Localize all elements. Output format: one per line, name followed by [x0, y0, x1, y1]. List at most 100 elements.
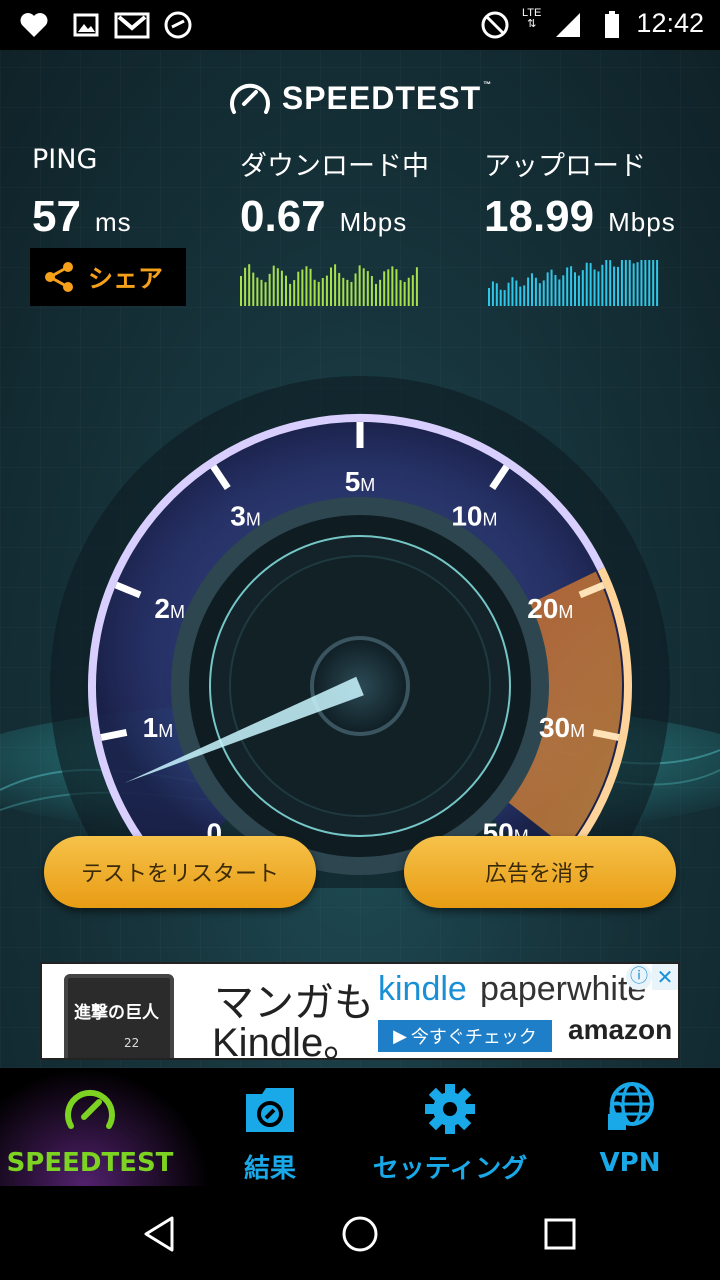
sparkline-bar	[538, 283, 541, 306]
ad-cta-label: 今すぐチェック	[410, 1027, 537, 1048]
tab-vpn[interactable]: VPN	[540, 1068, 720, 1186]
sparkline-bar	[305, 266, 308, 306]
sparkline-bar	[415, 267, 418, 306]
upload-sparkline	[488, 260, 659, 306]
sparkline-bar	[240, 276, 242, 306]
sparkline-bar	[354, 273, 357, 306]
network-type-label: LTE ⇅	[522, 7, 542, 30]
tab-settings[interactable]: セッティング	[360, 1068, 540, 1186]
sparkline-bar	[317, 281, 320, 306]
image-icon	[73, 13, 99, 37]
sparkline-bar	[260, 279, 263, 306]
sparkline-bar	[527, 277, 530, 306]
share-label: シェア	[88, 264, 164, 293]
ad-banner[interactable]: 進撃の巨人 22 マンガも Kindle。 kindle paperwhite …	[40, 962, 680, 1060]
recents-icon[interactable]	[538, 1212, 582, 1256]
upload-value: 18.99 Mbps	[484, 192, 676, 241]
sparkline-bar	[495, 283, 498, 306]
sparkline-bar	[362, 268, 365, 306]
do-not-disturb-icon	[481, 11, 509, 39]
sparkline-bar	[285, 275, 287, 306]
sparkline-bar	[330, 267, 332, 306]
sparkline-bar	[574, 272, 576, 306]
tab-label-vpn: VPN	[599, 1148, 661, 1178]
sparkline-bar	[601, 264, 604, 306]
sparkline-bar	[558, 279, 561, 306]
sparkline-bar	[503, 290, 506, 306]
speedometer-logo-icon	[229, 83, 270, 114]
ad-close-icon[interactable]: ✕	[652, 964, 678, 990]
sparkline-bar	[383, 271, 386, 306]
ad-brand-kindle: kindle	[378, 970, 467, 1008]
sparkline-bar	[499, 289, 502, 306]
sparkline-bar	[609, 260, 612, 306]
download-label: ダウンロード中	[240, 151, 429, 182]
share-button[interactable]: シェア	[30, 248, 186, 306]
home-icon[interactable]	[338, 1212, 382, 1256]
sparkline-bar	[652, 260, 655, 306]
sparkline-bar	[313, 279, 316, 306]
tab-label-settings: セッティング	[372, 1154, 528, 1184]
ad-info-icon[interactable]: ⓘ	[626, 964, 652, 990]
sparkline-bar	[391, 266, 394, 306]
ping-value: 57 ms	[32, 192, 132, 241]
restart-test-button[interactable]: テストをリスタート	[44, 836, 316, 908]
sparkline-bar	[342, 277, 345, 306]
sparkline-bar	[519, 286, 522, 306]
sparkline-bar	[624, 260, 627, 306]
system-nav-bar	[0, 1186, 720, 1280]
download-sparkline	[240, 264, 418, 306]
back-icon[interactable]	[138, 1212, 182, 1256]
sparkline-bar	[309, 268, 312, 306]
sparkline-bar	[395, 269, 398, 306]
sparkline-bar	[272, 265, 275, 306]
sparkline-bar	[366, 271, 369, 306]
sparkline-bar	[358, 265, 361, 306]
sparkline-bar	[252, 272, 255, 306]
gauge-tick	[100, 728, 128, 741]
sparkline-bar	[531, 273, 533, 306]
gmail-icon	[114, 12, 150, 39]
sparkline-bar	[507, 282, 510, 306]
sparkline-bar	[585, 262, 588, 306]
speed-gauge: 01M2M3M5M10M20M30M50M	[50, 376, 670, 888]
sparkline-bar	[562, 275, 565, 306]
logo-text: SPEEDTEST ™	[281, 79, 493, 116]
gear-icon	[425, 1084, 475, 1134]
sparkline-bar	[581, 270, 584, 306]
ad-subheadline: Kindle。	[212, 1021, 364, 1060]
sparkline-bar	[511, 277, 514, 306]
sparkline-bar	[244, 267, 247, 306]
sparkline-bar	[301, 269, 304, 306]
sparkline-bar	[387, 269, 390, 306]
sparkline-bar	[640, 260, 643, 306]
sparkline-bar	[636, 262, 639, 306]
ad-cta-button[interactable]: ▶ 今すぐチェック	[378, 1020, 552, 1052]
speedometer-icon	[65, 1089, 115, 1129]
sparkline-bar	[350, 281, 353, 306]
sparkline-bar	[613, 266, 616, 306]
sparkline-bar	[491, 281, 494, 306]
download-value: 0.67 Mbps	[240, 192, 408, 241]
ad-amazon-logo: amazon	[568, 1014, 673, 1045]
sparkline-bar	[375, 283, 377, 306]
sparkline-bar	[554, 275, 557, 306]
ad-book-number: 22	[124, 1036, 140, 1050]
remove-ads-button[interactable]: 広告を消す	[404, 836, 676, 908]
sparkline-bar	[248, 264, 251, 306]
sparkline-bar	[338, 272, 341, 306]
ping-label: PING	[32, 144, 98, 175]
heart-icon	[20, 13, 48, 37]
sparkline-bar	[370, 276, 373, 306]
speedtest-logo: SPEEDTEST ™	[0, 78, 720, 118]
sparkline-bar	[523, 285, 526, 306]
clock: 12:42	[636, 8, 704, 38]
play-icon: ▶	[393, 1025, 407, 1047]
sparkline-bar	[276, 268, 279, 306]
sparkline-bar	[515, 280, 518, 306]
tab-speedtest[interactable]: SPEEDTEST	[0, 1068, 180, 1186]
tab-results[interactable]: 結果	[180, 1068, 360, 1186]
ad-brand-paperwhite: paperwhite	[480, 970, 647, 1008]
sparkline-bar	[407, 277, 410, 306]
sparkline-bar	[597, 271, 600, 306]
